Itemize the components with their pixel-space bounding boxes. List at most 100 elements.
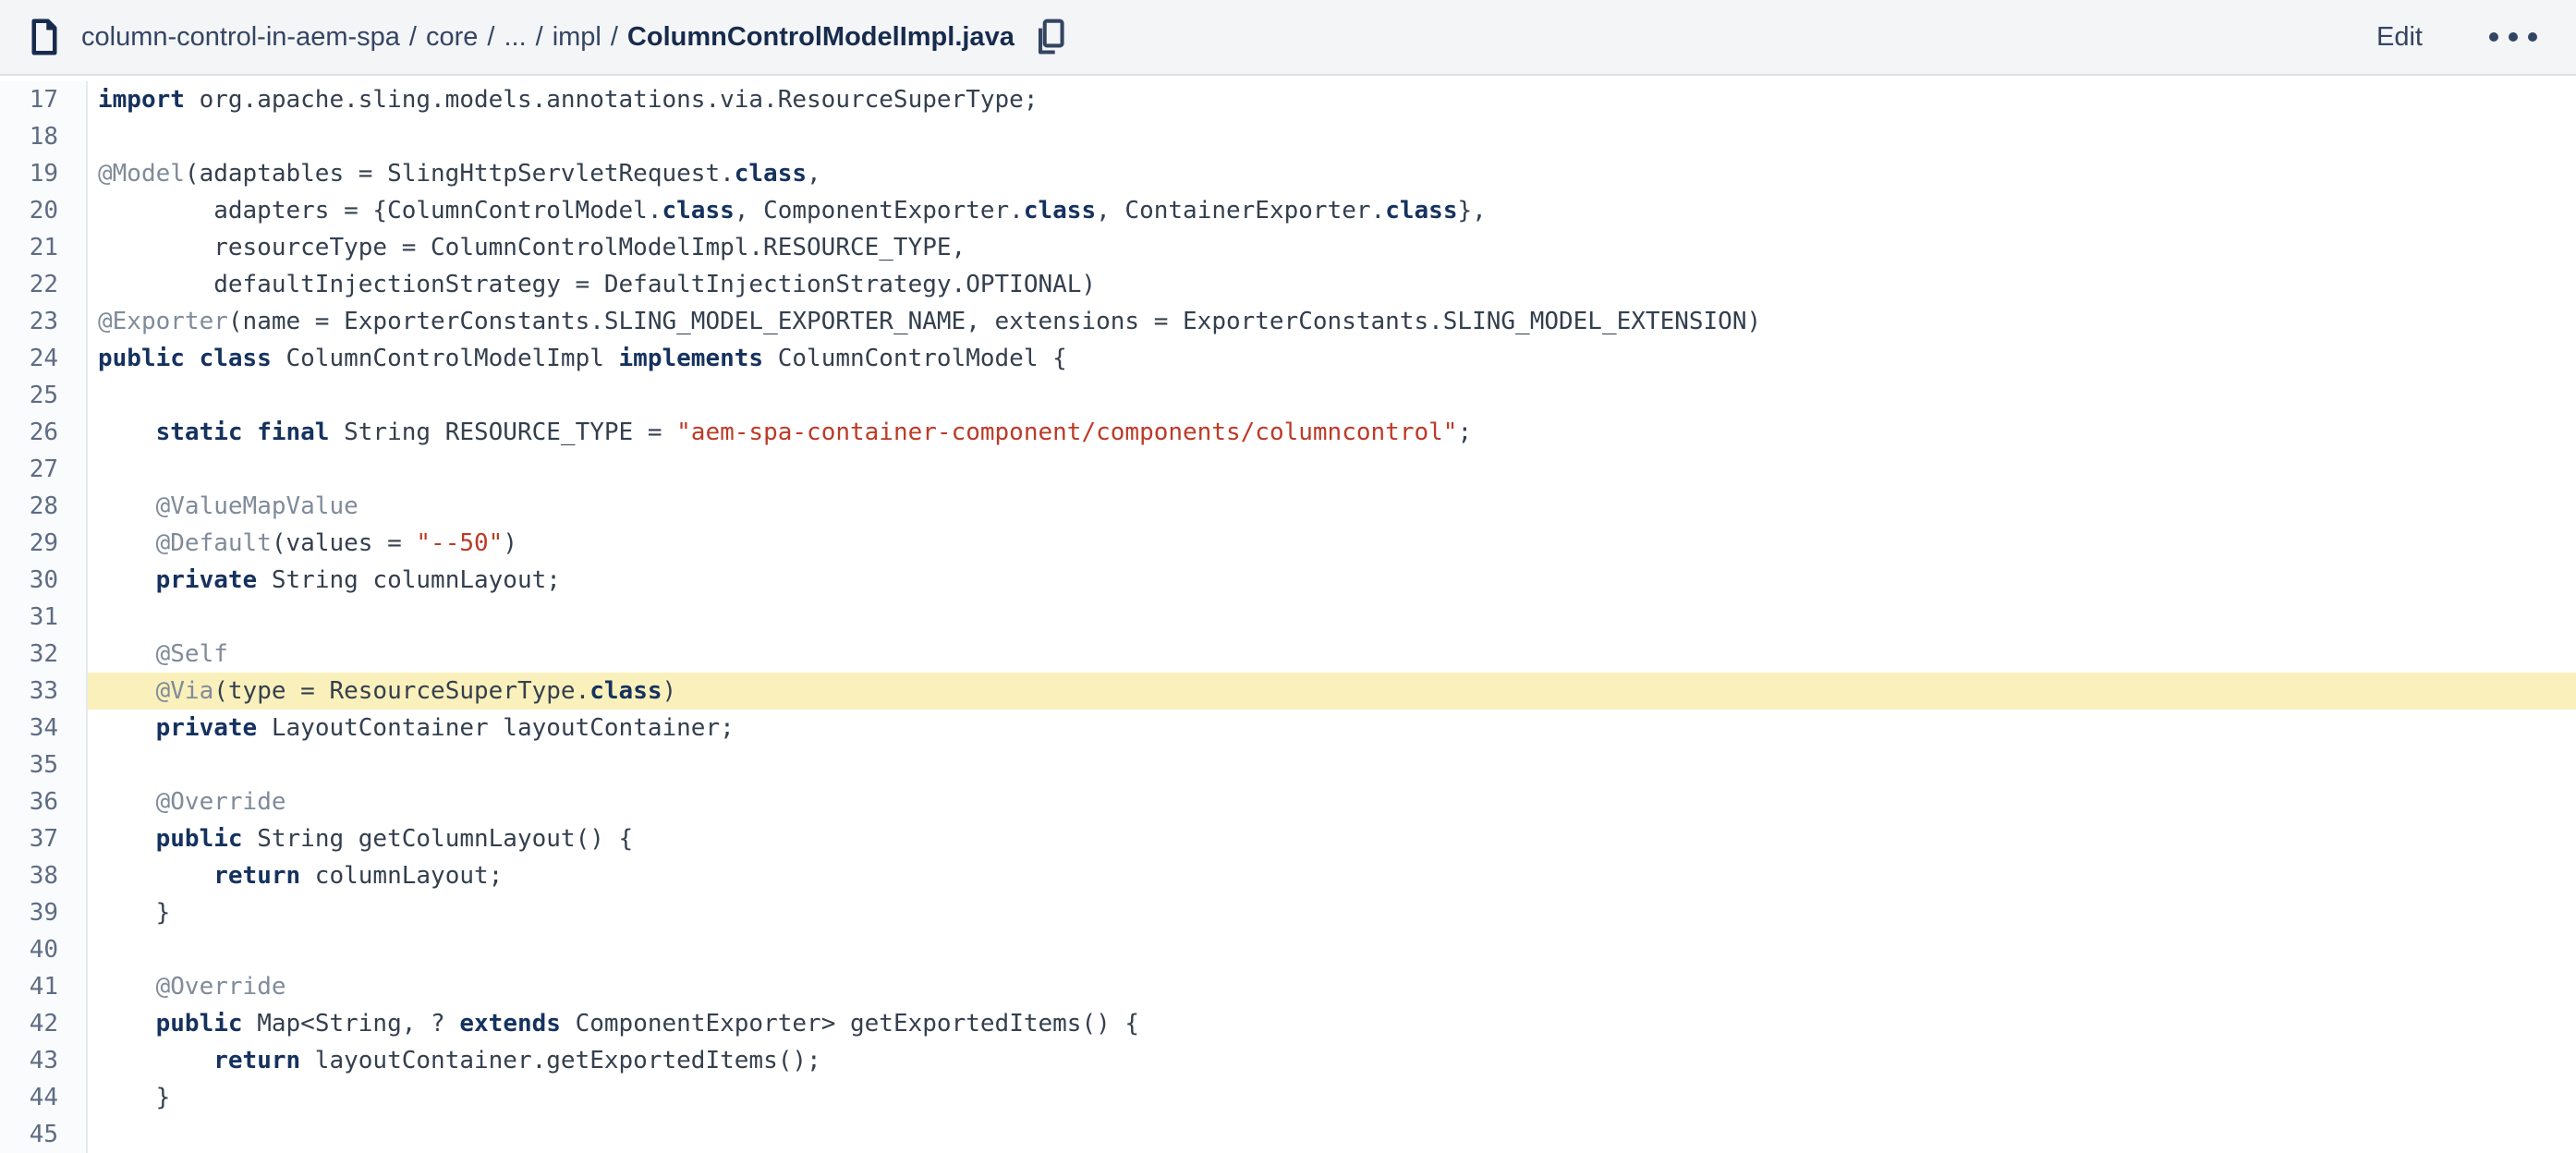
breadcrumb-segment[interactable]: ... — [504, 22, 526, 53]
breadcrumb-separator: / — [400, 22, 426, 53]
breadcrumb-separator: / — [601, 22, 627, 53]
code-line: 31 — [0, 599, 2576, 636]
code-line: 29 @Default(values = "--50") — [0, 525, 2576, 562]
file-header: column-control-in-aem-spa/core/.../impl/… — [0, 0, 2576, 76]
code-text: public class ColumnControlModelImpl impl… — [88, 340, 2576, 377]
line-number[interactable]: 22 — [0, 266, 88, 303]
code-text: private LayoutContainer layoutContainer; — [88, 710, 2576, 746]
code-text — [88, 746, 2576, 783]
line-number[interactable]: 28 — [0, 488, 88, 525]
code-text: import org.apache.sling.models.annotatio… — [88, 81, 2576, 118]
code-text: } — [88, 894, 2576, 931]
code-line: 39 } — [0, 894, 2576, 931]
code-text: @Default(values = "--50") — [88, 525, 2576, 562]
code-line: 35 — [0, 746, 2576, 783]
breadcrumb-segment[interactable]: impl — [553, 22, 601, 53]
code-line: 44 } — [0, 1079, 2576, 1116]
line-number[interactable]: 33 — [0, 673, 88, 710]
document-icon — [28, 17, 61, 57]
line-number[interactable]: 24 — [0, 340, 88, 377]
code-line: 21 resourceType = ColumnControlModelImpl… — [0, 229, 2576, 266]
line-number[interactable]: 43 — [0, 1042, 88, 1079]
code-text — [88, 599, 2576, 636]
line-number[interactable]: 31 — [0, 599, 88, 636]
code-line: 40 — [0, 931, 2576, 968]
line-number[interactable]: 26 — [0, 414, 88, 451]
code-line: 28 @ValueMapValue — [0, 488, 2576, 525]
code-text: @ValueMapValue — [88, 488, 2576, 525]
code-text: @Override — [88, 783, 2576, 820]
code-text — [88, 118, 2576, 155]
line-number[interactable]: 30 — [0, 562, 88, 599]
code-text: @Self — [88, 636, 2576, 673]
code-line: 43 return layoutContainer.getExportedIte… — [0, 1042, 2576, 1079]
code-text: private String columnLayout; — [88, 562, 2576, 599]
code-text — [88, 931, 2576, 968]
line-number[interactable]: 36 — [0, 783, 88, 820]
breadcrumb-separator: / — [478, 22, 504, 53]
code-line: 45 — [0, 1116, 2576, 1153]
code-line: 42 public Map<String, ? extends Componen… — [0, 1005, 2576, 1042]
code-text: adapters = {ColumnControlModel.class, Co… — [88, 192, 2576, 229]
header-actions: Edit — [2363, 13, 2543, 62]
line-number[interactable]: 34 — [0, 710, 88, 746]
line-number[interactable]: 23 — [0, 303, 88, 340]
line-number[interactable]: 42 — [0, 1005, 88, 1042]
ellipsis-dot — [2528, 32, 2537, 42]
line-number[interactable]: 18 — [0, 118, 88, 155]
line-number[interactable]: 21 — [0, 229, 88, 266]
code-text: public Map<String, ? extends ComponentEx… — [88, 1005, 2576, 1042]
line-number[interactable]: 32 — [0, 636, 88, 673]
code-text: @Via(type = ResourceSuperType.class) — [88, 673, 2576, 710]
code-line: 22 defaultInjectionStrategy = DefaultInj… — [0, 266, 2576, 303]
code-line: 20 adapters = {ColumnControlModel.class,… — [0, 192, 2576, 229]
breadcrumb-segment[interactable]: core — [426, 22, 478, 53]
line-number[interactable]: 38 — [0, 857, 88, 894]
code-text: return layoutContainer.getExportedItems(… — [88, 1042, 2576, 1079]
line-number[interactable]: 41 — [0, 968, 88, 1005]
code-line: 18 — [0, 118, 2576, 155]
breadcrumb-segment[interactable]: column-control-in-aem-spa — [81, 22, 400, 53]
code-text: return columnLayout; — [88, 857, 2576, 894]
line-number[interactable]: 17 — [0, 81, 88, 118]
code-line: 32 @Self — [0, 636, 2576, 673]
ellipsis-dot — [2509, 32, 2518, 42]
line-number[interactable]: 45 — [0, 1116, 88, 1153]
code-text: @Exporter(name = ExporterConstants.SLING… — [88, 303, 2576, 340]
breadcrumb-separator: / — [527, 22, 553, 53]
code-text: resourceType = ColumnControlModelImpl.RE… — [88, 229, 2576, 266]
code-text: @Override — [88, 968, 2576, 1005]
copy-path-icon[interactable] — [1033, 17, 1068, 57]
code-line-highlighted: 33 @Via(type = ResourceSuperType.class) — [0, 673, 2576, 710]
line-number[interactable]: 19 — [0, 155, 88, 192]
code-text: defaultInjectionStrategy = DefaultInject… — [88, 266, 2576, 303]
line-number[interactable]: 39 — [0, 894, 88, 931]
line-number[interactable]: 44 — [0, 1079, 88, 1116]
line-number[interactable]: 37 — [0, 820, 88, 857]
line-number[interactable]: 25 — [0, 377, 88, 414]
code-line: 25 — [0, 377, 2576, 414]
code-line: 34 private LayoutContainer layoutContain… — [0, 710, 2576, 746]
edit-button[interactable]: Edit — [2363, 13, 2436, 62]
code-view: 17import org.apache.sling.models.annotat… — [0, 76, 2576, 1153]
line-number[interactable]: 27 — [0, 451, 88, 488]
line-number[interactable]: 20 — [0, 192, 88, 229]
code-text: static final String RESOURCE_TYPE = "aem… — [88, 414, 2576, 451]
more-options-button[interactable] — [2484, 23, 2543, 51]
code-line: 37 public String getColumnLayout() { — [0, 820, 2576, 857]
breadcrumb: column-control-in-aem-spa/core/.../impl/… — [81, 22, 1015, 53]
line-number[interactable]: 29 — [0, 525, 88, 562]
code-text: public String getColumnLayout() { — [88, 820, 2576, 857]
code-line: 27 — [0, 451, 2576, 488]
code-text — [88, 377, 2576, 414]
ellipsis-dot — [2489, 32, 2498, 42]
code-line: 30 private String columnLayout; — [0, 562, 2576, 599]
line-number[interactable]: 35 — [0, 746, 88, 783]
breadcrumb-filename: ColumnControlModelImpl.java — [627, 22, 1015, 53]
line-number[interactable]: 40 — [0, 931, 88, 968]
code-line: 19@Model(adaptables = SlingHttpServletRe… — [0, 155, 2576, 192]
code-line: 17import org.apache.sling.models.annotat… — [0, 81, 2576, 118]
code-line: 41 @Override — [0, 968, 2576, 1005]
code-line: 36 @Override — [0, 783, 2576, 820]
code-text: @Model(adaptables = SlingHttpServletRequ… — [88, 155, 2576, 192]
